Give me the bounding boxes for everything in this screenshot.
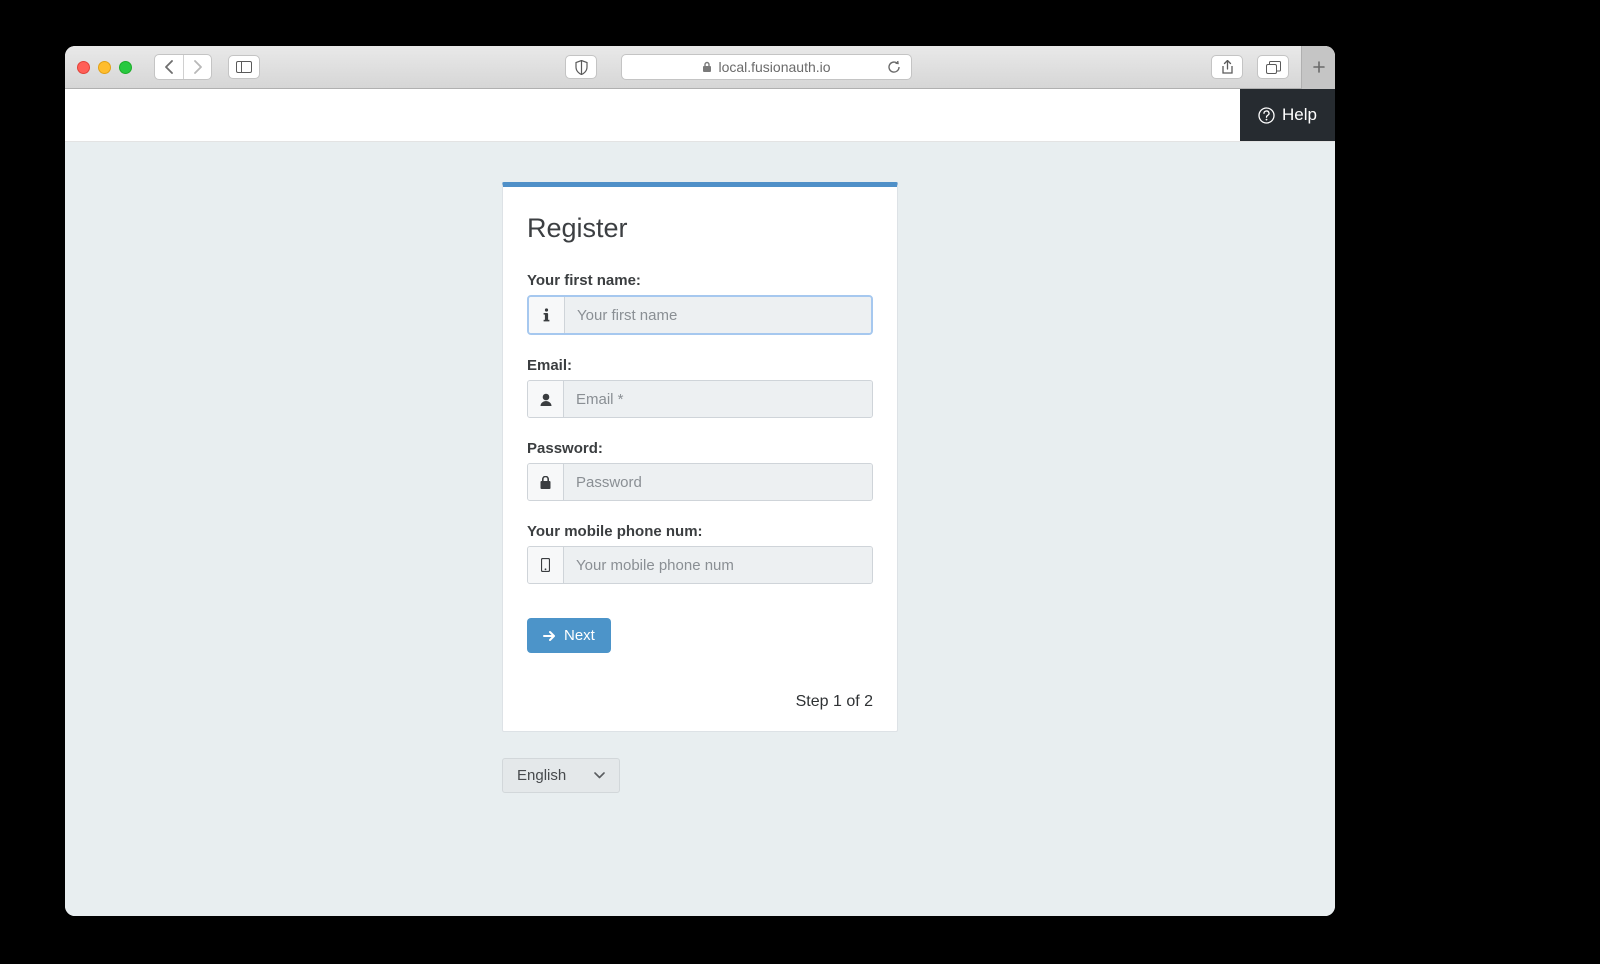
- share-icon: [1221, 60, 1234, 75]
- email-label: Email:: [527, 357, 873, 374]
- app-topbar: Help: [65, 89, 1335, 142]
- tabs-icon: [1266, 61, 1281, 74]
- form-group-email: Email:: [527, 357, 873, 418]
- maximize-window-button[interactable]: [119, 61, 132, 74]
- shield-icon: [575, 60, 588, 75]
- chevron-right-icon: [193, 60, 203, 74]
- minimize-window-button[interactable]: [98, 61, 111, 74]
- user-icon: [528, 381, 564, 417]
- language-select[interactable]: English: [502, 758, 620, 793]
- arrow-right-icon: [543, 630, 556, 642]
- first-name-label: Your first name:: [527, 272, 873, 289]
- help-icon: [1258, 107, 1275, 124]
- page-body: Register Your first name: Email:: [65, 142, 1335, 916]
- reload-button[interactable]: [882, 55, 906, 79]
- sidebar-toggle-button[interactable]: [228, 55, 260, 79]
- info-icon: [529, 297, 565, 333]
- language-label: English: [517, 767, 566, 784]
- nav-buttons: [154, 54, 212, 80]
- next-button-label: Next: [564, 627, 595, 644]
- forward-button[interactable]: [183, 55, 211, 79]
- phone-input[interactable]: [564, 547, 872, 583]
- first-name-input-group: [527, 295, 873, 335]
- back-button[interactable]: [155, 55, 183, 79]
- close-window-button[interactable]: [77, 61, 90, 74]
- plus-icon: [1312, 60, 1326, 74]
- phone-input-group: [527, 546, 873, 584]
- email-input[interactable]: [564, 381, 872, 417]
- lock-icon: [702, 61, 712, 73]
- sidebar-icon: [236, 61, 252, 73]
- chevron-left-icon: [164, 60, 174, 74]
- chevron-down-icon: [594, 772, 605, 779]
- form-group-phone: Your mobile phone num:: [527, 523, 873, 584]
- next-button[interactable]: Next: [527, 618, 611, 653]
- page-title: Register: [527, 213, 873, 244]
- first-name-input[interactable]: [565, 297, 871, 333]
- help-label: Help: [1282, 105, 1317, 125]
- form-group-password: Password:: [527, 440, 873, 501]
- email-input-group: [527, 380, 873, 418]
- help-button[interactable]: Help: [1240, 89, 1335, 141]
- form-group-first-name: Your first name:: [527, 272, 873, 335]
- address-bar[interactable]: local.fusionauth.io: [621, 54, 912, 80]
- step-indicator: Step 1 of 2: [527, 693, 873, 711]
- language-footer: English: [502, 758, 898, 793]
- url-text: local.fusionauth.io: [718, 59, 830, 75]
- tabs-button[interactable]: [1257, 55, 1289, 79]
- share-button[interactable]: [1211, 55, 1243, 79]
- browser-toolbar: local.fusionauth.io: [65, 46, 1335, 89]
- traffic-lights: [77, 61, 132, 74]
- reload-icon: [887, 60, 901, 74]
- lock-icon: [528, 464, 564, 500]
- password-label: Password:: [527, 440, 873, 457]
- privacy-button[interactable]: [565, 55, 597, 79]
- phone-label: Your mobile phone num:: [527, 523, 873, 540]
- new-tab-button[interactable]: [1301, 46, 1335, 89]
- register-card: Register Your first name: Email:: [502, 182, 898, 732]
- password-input[interactable]: [564, 464, 872, 500]
- password-input-group: [527, 463, 873, 501]
- mobile-icon: [528, 547, 564, 583]
- browser-window: local.fusionauth.io Help Register Your f…: [65, 46, 1335, 916]
